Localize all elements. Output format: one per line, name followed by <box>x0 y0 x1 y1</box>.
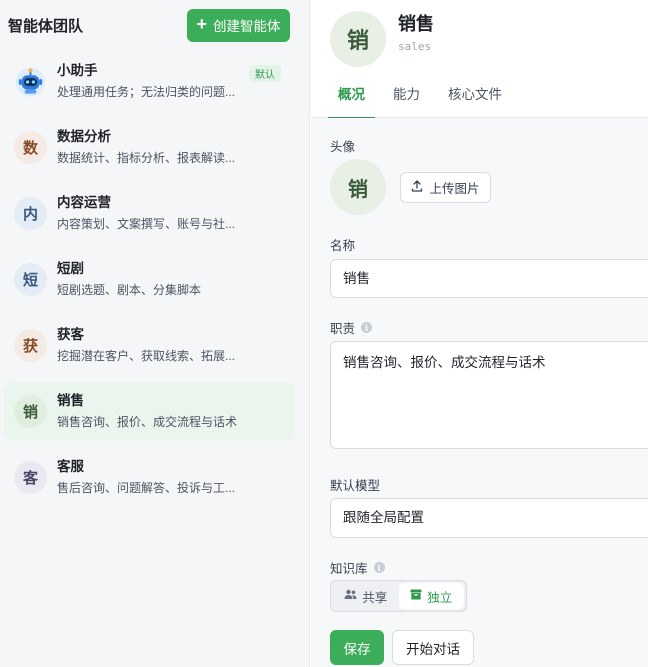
default-badge: 默认 <box>249 65 281 82</box>
name-label: 名称 <box>330 235 355 254</box>
create-agent-button[interactable]: + 创建智能体 <box>187 8 290 42</box>
avatar-label-text: 头像 <box>330 140 356 154</box>
agent-title: 销售 <box>398 13 434 34</box>
robot-icon <box>14 65 47 98</box>
agent-name: 销售 <box>57 393 84 408</box>
archive-icon <box>410 589 422 603</box>
upload-icon <box>411 179 423 195</box>
upload-label: 上传图片 <box>429 181 480 196</box>
agent-list: 小助手 处理通用任务；无法归类的问题... 默认 数 数据分析 数据统计、指标分… <box>4 52 295 514</box>
agent-item-short-drama[interactable]: 短 短剧 短剧选题、剧本、分集脚本 <box>4 250 295 309</box>
sidebar: 智能体团队 + 创建智能体 小助手 处理通用任务；无法归类的问题... 默认 数… <box>0 0 310 667</box>
agent-item-sales[interactable]: 销 销售 销售咨询、报价、成交流程与话术 <box>4 382 295 441</box>
name-field[interactable]: 销售 <box>330 259 648 298</box>
agent-name: 内容运营 <box>57 195 111 210</box>
agent-item-content-ops[interactable]: 内 内容运营 内容策划、文案撰写、账号与社... <box>4 184 295 243</box>
sidebar-header: 智能体团队 + 创建智能体 <box>8 8 290 42</box>
agent-desc: 挖掘潜在客户、获取线索、拓展... <box>57 349 236 363</box>
overview-form: 头像 销 上传图片 名称 销售 职责 i 销售咨询、报价、成交流程与话术 默认模… <box>311 118 648 667</box>
save-button[interactable]: 保存 <box>330 630 384 665</box>
plus-icon: + <box>196 14 207 34</box>
agent-item-data-analysis[interactable]: 数 数据分析 数据统计、指标分析、报表解读... <box>4 118 295 177</box>
info-icon[interactable]: i <box>361 322 373 333</box>
agent-desc: 售后咨询、问题解答、投诉与工... <box>57 481 236 495</box>
tab-bar: 概况 能力 核心文件 <box>311 78 648 119</box>
agent-desc: 短剧选题、剧本、分集脚本 <box>57 283 202 297</box>
model-select[interactable]: 跟随全局配置 <box>330 498 648 538</box>
agent-avatar: 短 <box>14 263 47 296</box>
model-label-text: 默认模型 <box>330 479 381 493</box>
tab-core-files[interactable]: 核心文件 <box>448 78 502 118</box>
agent-name: 小助手 <box>57 63 98 78</box>
agent-desc: 内容策划、文案撰写、账号与社... <box>57 217 236 231</box>
avatar-label: 头像 <box>330 136 355 155</box>
upload-image-button[interactable]: 上传图片 <box>400 171 491 203</box>
start-chat-button[interactable]: 开始对话 <box>392 630 474 665</box>
users-icon <box>344 589 357 603</box>
tab-abilities[interactable]: 能力 <box>393 78 420 118</box>
agent-name: 获客 <box>57 327 84 342</box>
kb-shared-label: 共享 <box>362 590 388 605</box>
tab-overview[interactable]: 概况 <box>328 78 375 119</box>
create-agent-label: 创建智能体 <box>213 19 281 34</box>
agent-avatar: 销 <box>14 395 47 428</box>
knowledge-base-toggle: 共享 独立 <box>330 580 467 612</box>
duty-label: 职责 i <box>330 318 373 337</box>
sidebar-title: 智能体团队 <box>8 17 84 35</box>
agent-header-avatar: 销 <box>330 11 386 67</box>
agent-detail-panel: 销 销售 sales 概况 能力 核心文件 头像 销 上传图片 名称 销售 职责… <box>311 0 648 667</box>
kb-option-shared[interactable]: 共享 <box>333 583 399 609</box>
kb-independent-label: 独立 <box>427 590 453 605</box>
agent-avatar: 获 <box>14 329 47 362</box>
agent-item-lead-gen[interactable]: 获 获客 挖掘潜在客户、获取线索、拓展... <box>4 316 295 375</box>
agent-desc: 销售咨询、报价、成交流程与话术 <box>57 415 238 429</box>
agent-name: 客服 <box>57 459 84 474</box>
model-label: 默认模型 <box>330 475 380 494</box>
agent-header: 销 销售 sales <box>330 11 434 67</box>
agent-avatar: 内 <box>14 197 47 230</box>
info-icon[interactable]: i <box>373 562 385 573</box>
kb-label: 知识库 i <box>330 558 385 577</box>
kb-label-text: 知识库 <box>330 562 368 576</box>
kb-option-independent[interactable]: 独立 <box>398 583 464 609</box>
agent-desc: 处理通用任务；无法归类的问题... <box>57 85 236 99</box>
avatar-row: 销 上传图片 <box>330 159 491 215</box>
duty-textarea[interactable]: 销售咨询、报价、成交流程与话术 <box>330 341 648 449</box>
agent-item-customer-service[interactable]: 客 客服 售后咨询、问题解答、投诉与工... <box>4 448 295 507</box>
agent-avatar-preview: 销 <box>330 159 386 215</box>
agent-avatar: 数 <box>14 131 47 164</box>
name-label-text: 名称 <box>330 239 356 253</box>
agent-avatar: 客 <box>14 461 47 494</box>
duty-label-text: 职责 <box>330 322 356 336</box>
agent-name: 数据分析 <box>57 129 111 144</box>
agent-code: sales <box>398 39 432 53</box>
agent-desc: 数据统计、指标分析、报表解读... <box>57 151 236 165</box>
agent-item-assistant[interactable]: 小助手 处理通用任务；无法归类的问题... 默认 <box>4 52 295 111</box>
agent-name: 短剧 <box>57 261 84 276</box>
